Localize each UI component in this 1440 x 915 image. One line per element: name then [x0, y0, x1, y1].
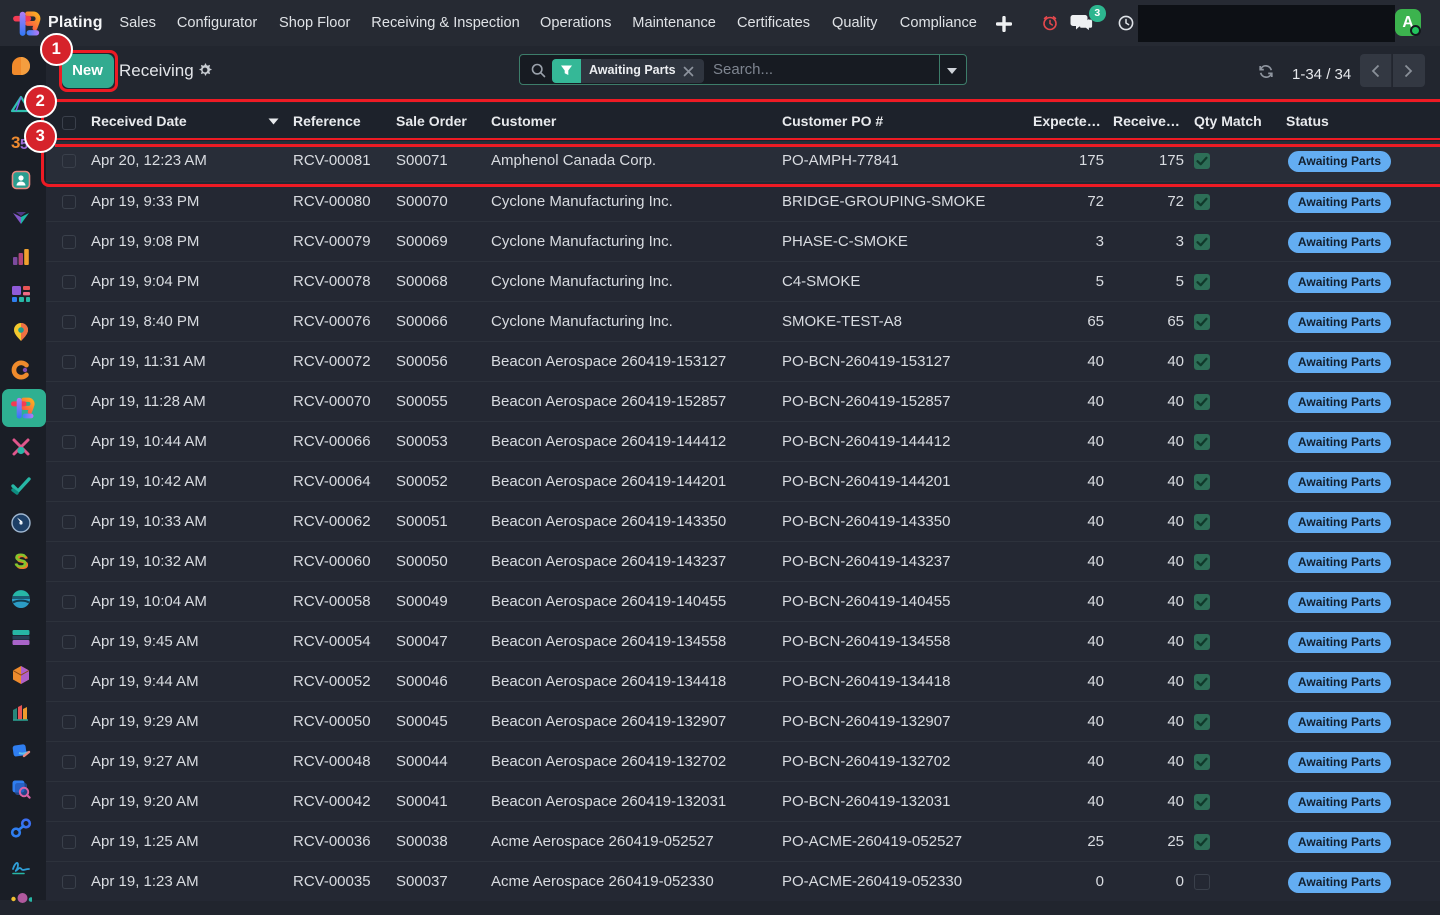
svg-text:S: S [14, 550, 27, 572]
